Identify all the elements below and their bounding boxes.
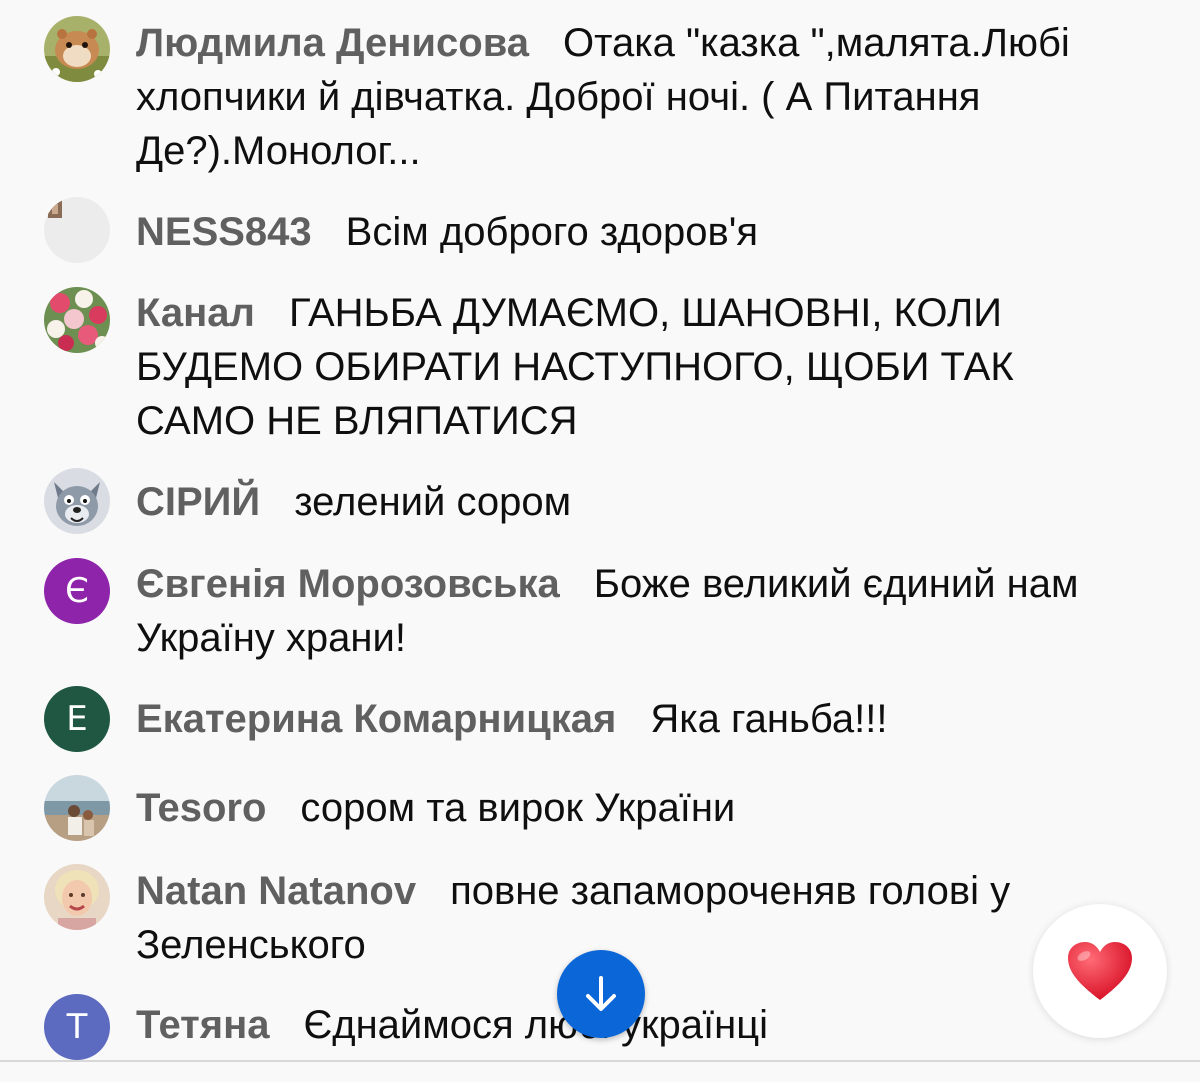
message-author[interactable]: Tesoro (136, 786, 266, 830)
message-author[interactable]: Євгенія Морозовська (136, 562, 560, 606)
message-author[interactable]: NESS843 (136, 210, 312, 254)
cartoon-wolf-icon[interactable] (44, 468, 110, 534)
message-text: ГАНЬБА ДУМАЄМО, ШАНОВНІ, КОЛИ БУДЕМО ОБИ… (136, 291, 1014, 443)
message-text: Яка ганьба!!! (650, 697, 888, 741)
avatar-initial: Е (44, 686, 110, 752)
beach-photo-icon[interactable] (44, 775, 110, 841)
heart-icon (1068, 942, 1132, 1000)
avatar-initial: Т (44, 994, 110, 1060)
hamster-photo-icon[interactable] (44, 16, 110, 82)
message-author[interactable]: Канал (136, 291, 255, 335)
arrow-down-icon (586, 976, 616, 1011)
woman-portrait-icon[interactable] (44, 864, 110, 930)
message-text: сором та вирок України (300, 786, 736, 830)
live-chat-panel: Людмила Денисова Отака "казка ",малята.Лю… (0, 0, 1200, 1082)
avatar-letter[interactable]: Є (44, 558, 110, 624)
avatar-letter[interactable]: Е (44, 686, 110, 752)
message-text: зелений сором (294, 480, 572, 524)
message-author[interactable]: Тетяна (136, 1003, 270, 1047)
light-photo-icon[interactable] (44, 197, 110, 263)
message-text: Єднаймося любі українці (303, 1003, 769, 1047)
avatar-initial: Є (44, 558, 110, 624)
message-author[interactable]: Natan Natanov (136, 869, 416, 913)
message-author[interactable]: СІРИЙ (136, 480, 260, 524)
flowers-photo-icon[interactable] (44, 287, 110, 353)
message-text: Всім доброго здоров'я (345, 210, 758, 254)
reaction-button[interactable] (1033, 904, 1167, 1038)
divider (0, 1060, 1200, 1062)
avatar-letter[interactable]: Т (44, 994, 110, 1060)
message-author[interactable]: Екатерина Комарницкая (136, 697, 616, 741)
scroll-to-bottom-button[interactable] (557, 950, 645, 1038)
message-author[interactable]: Людмила Денисова (136, 21, 529, 65)
